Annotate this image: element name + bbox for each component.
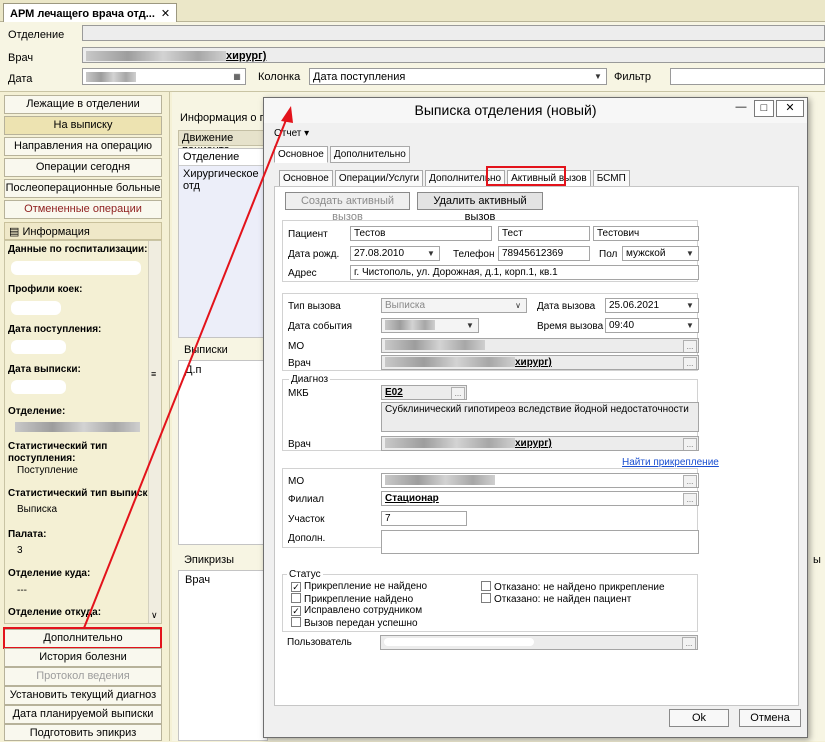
annotation-arrow [83,106,293,629]
